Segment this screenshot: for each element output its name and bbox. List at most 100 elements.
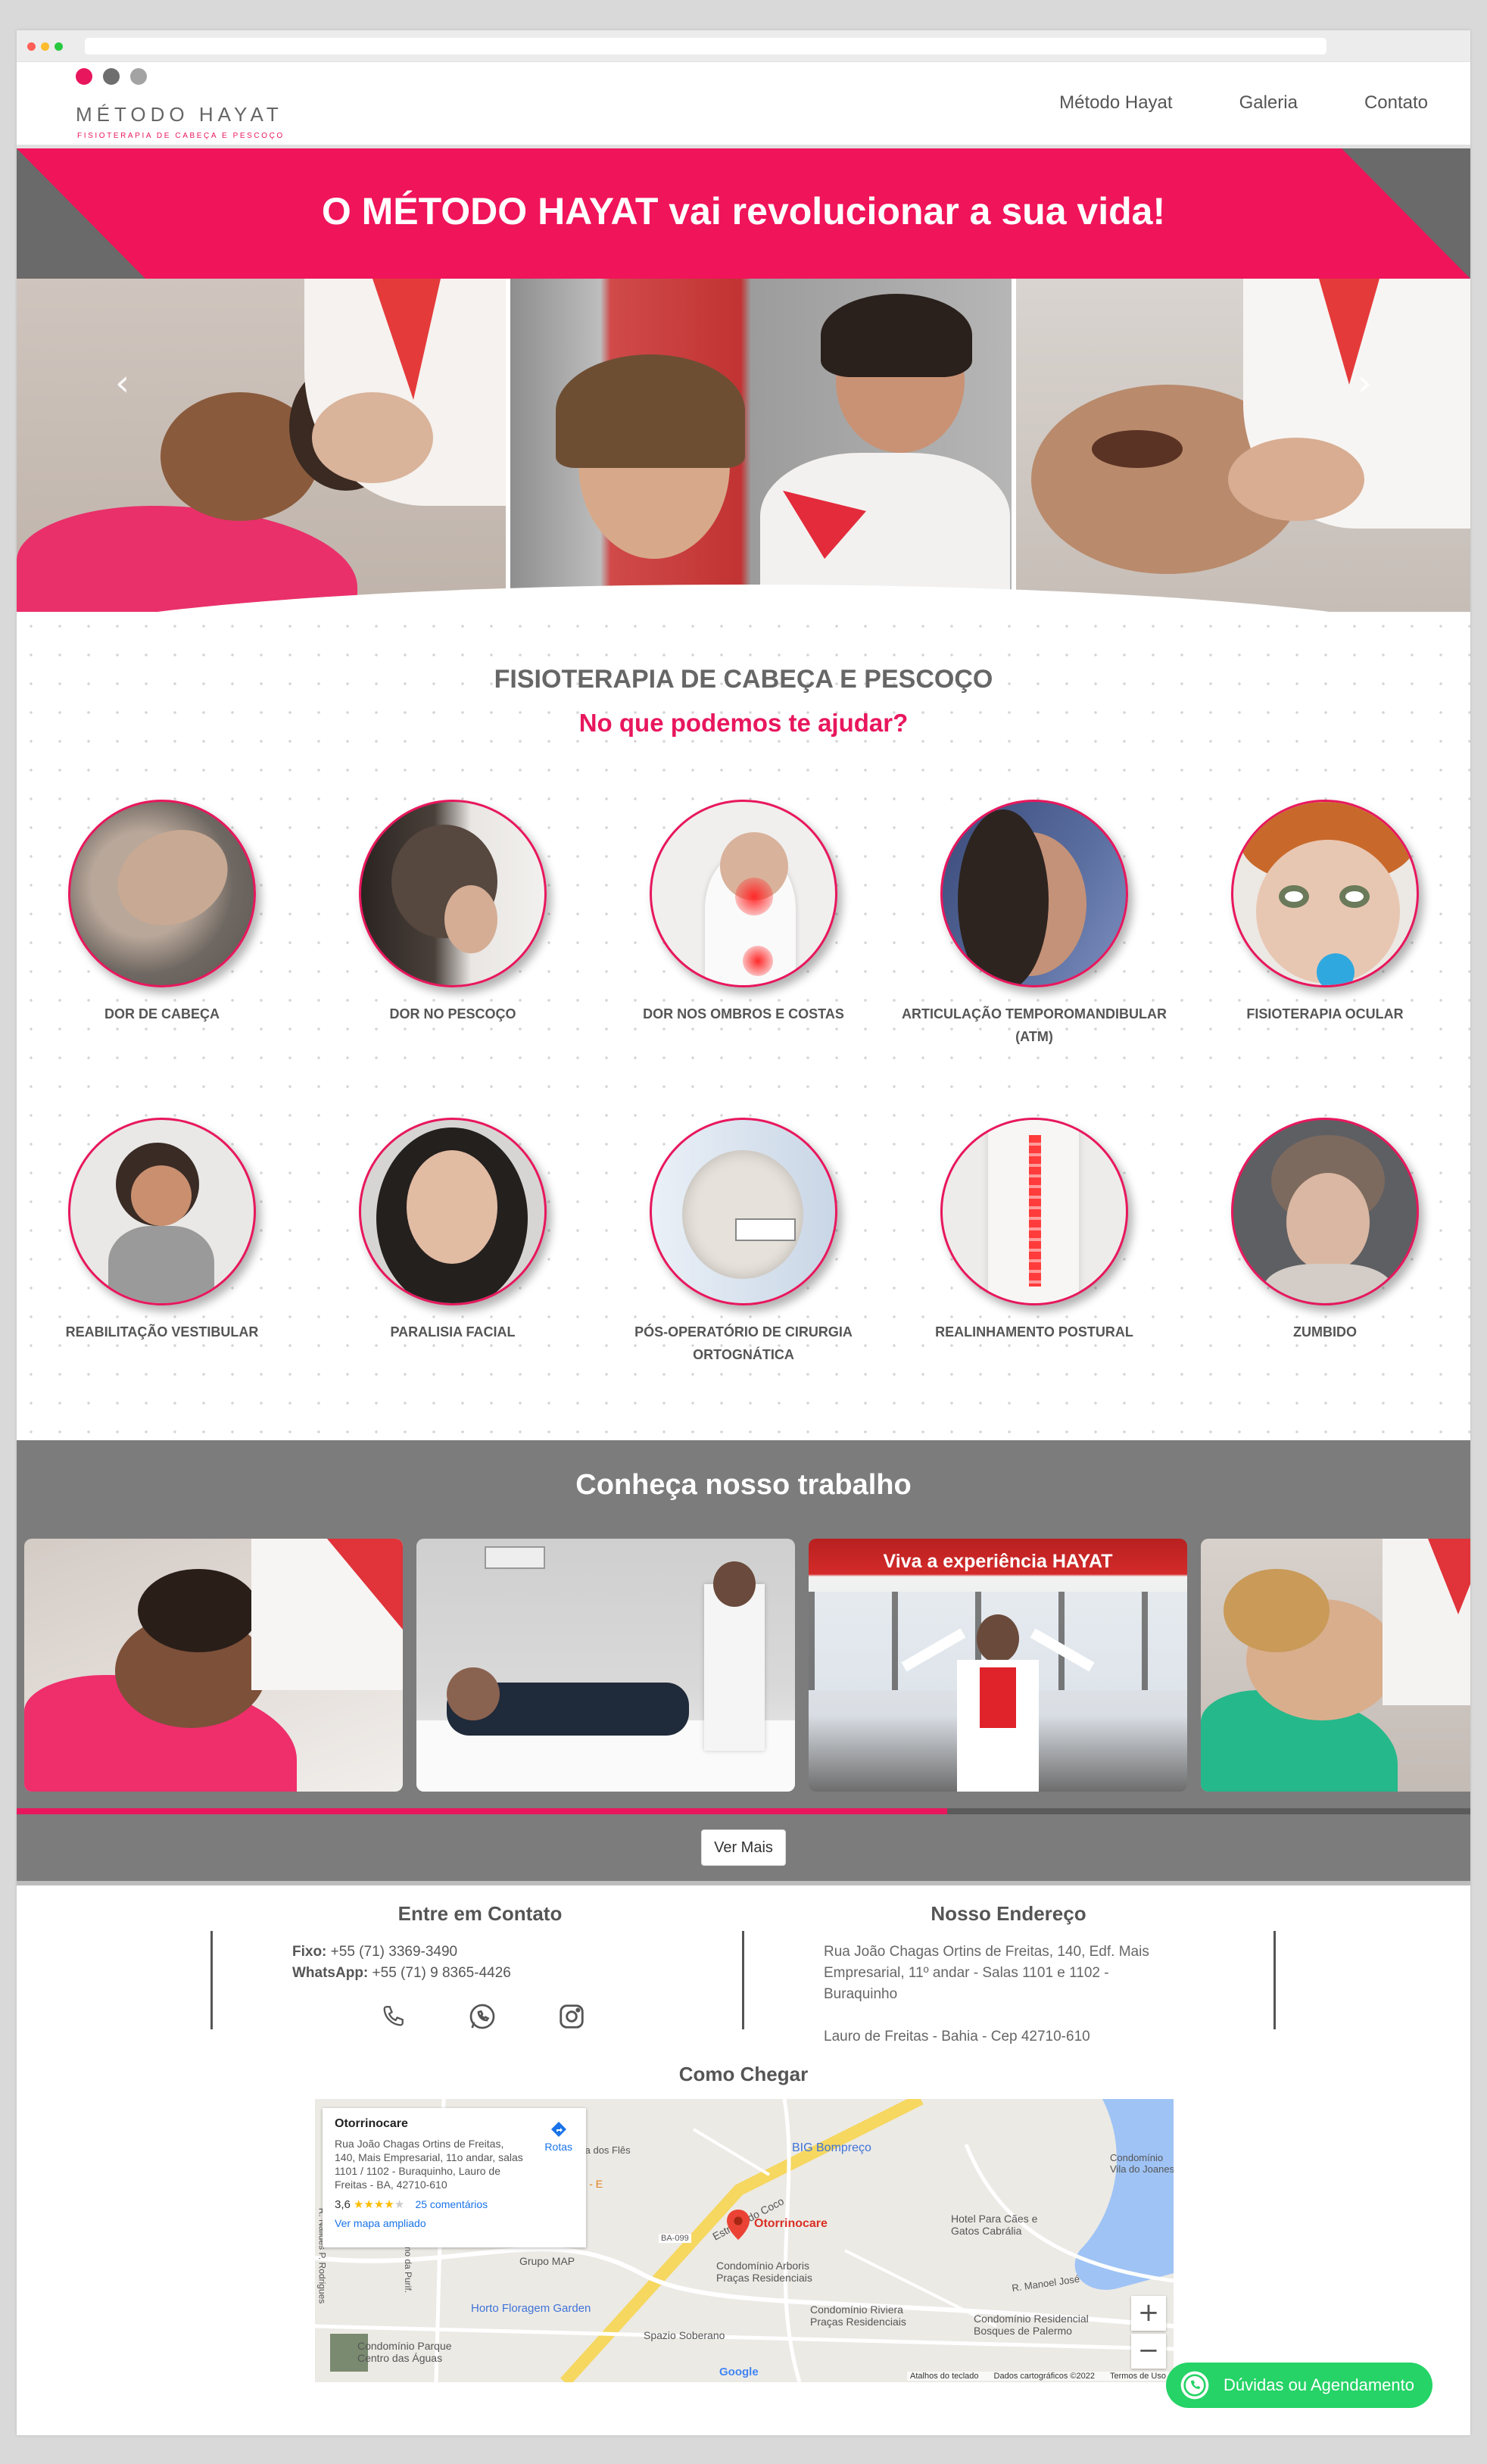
- service-dor-ombros-costas[interactable]: DOR NOS OMBROS E COSTAS: [598, 800, 889, 1025]
- carousel-next-icon[interactable]: ›: [1358, 362, 1372, 404]
- contact-section: Entre em Contato Nosso Endereço Fixo: +5…: [17, 1881, 1470, 2403]
- whatsapp-label: WhatsApp:: [292, 1965, 369, 1981]
- carousel-prev-icon[interactable]: ‹: [115, 362, 129, 404]
- service-image: [940, 800, 1128, 987]
- divider: [1273, 1931, 1276, 2029]
- carousel-photo-1: [17, 279, 506, 612]
- nav-galeria[interactable]: Galeria: [1239, 92, 1298, 114]
- logo-dots: [76, 68, 147, 85]
- browser-chrome: [17, 30, 1470, 62]
- service-dor-de-cabeca[interactable]: DOR DE CABEÇA: [17, 800, 307, 1025]
- service-label: REALINHAMENTO POSTURAL: [935, 1324, 1133, 1340]
- map-pin-icon[interactable]: [727, 2210, 750, 2244]
- close-window-dot[interactable]: [27, 42, 36, 51]
- map-label: Condomínio Vila do Joanes: [1110, 2152, 1174, 2175]
- service-atm[interactable]: ARTICULAÇÃO TEMPOROMANDIBULAR (ATM): [889, 800, 1180, 1048]
- map-place-name: Otorrinocare: [335, 2117, 408, 2130]
- whatsapp-icon: [1180, 2371, 1209, 2400]
- address-title: Nosso Endereço: [931, 1902, 1086, 1925]
- maximize-window-dot[interactable]: [55, 42, 63, 51]
- browser-window: MÉTODO HAYAT FISIOTERAPIA DE CABEÇA E PE…: [17, 30, 1470, 2435]
- map-place-address: Rua João Chagas Ortins de Freitas, 140, …: [335, 2138, 523, 2191]
- map-label: Condomínio Riviera Praças Residenciais: [810, 2303, 906, 2328]
- service-image: [650, 1118, 837, 1305]
- service-paralisia-facial[interactable]: PARALISIA FACIAL: [307, 1118, 598, 1343]
- map-routes-label: Rotas: [544, 2141, 572, 2153]
- hero-banner: O MÉTODO HAYAT vai revolucionar a sua vi…: [17, 148, 1470, 279]
- directions-icon: [550, 2122, 566, 2137]
- star-rating-icon: ★★★★: [354, 2198, 394, 2211]
- map-pin-label: Otorrinocare: [754, 2217, 828, 2230]
- phone-icon[interactable]: [374, 1998, 412, 2035]
- map-data-credit: Dados cartográficos ©2022: [993, 2372, 1096, 2381]
- whatsapp-float-button[interactable]: Dúvidas ou Agendamento: [1166, 2363, 1432, 2408]
- gallery-thumb-1[interactable]: [24, 1539, 403, 1792]
- service-image: [359, 800, 547, 987]
- map-label: Condomínio Arboris Praças Residenciais: [716, 2260, 812, 2284]
- map-shortcuts-link[interactable]: Atalhos do teclado: [910, 2372, 979, 2381]
- google-logo: Google: [719, 2366, 759, 2378]
- map-title: Como Chegar: [678, 2063, 809, 2085]
- whatsapp-icon[interactable]: [463, 1998, 501, 2035]
- service-label: FISIOTERAPIA OCULAR: [1246, 1006, 1404, 1021]
- ver-mais-button[interactable]: Ver Mais: [701, 1829, 786, 1866]
- minimize-window-dot[interactable]: [41, 42, 49, 51]
- service-label: ARTICULAÇÃO TEMPOROMANDIBULAR (ATM): [902, 1006, 1167, 1044]
- service-dor-no-pescoco[interactable]: DOR NO PESCOÇO: [307, 800, 598, 1025]
- address-line: Buraquinho: [824, 1986, 898, 2002]
- nav-contato[interactable]: Contato: [1364, 92, 1428, 114]
- logo-title[interactable]: MÉTODO HAYAT: [76, 103, 283, 126]
- service-image: [940, 1118, 1128, 1305]
- map-rating: 3,6 ★★★★★ 25 comentários: [335, 2198, 488, 2211]
- map-label: Spazio Soberano: [644, 2329, 725, 2341]
- map-routes-button[interactable]: Rotas: [544, 2120, 572, 2153]
- whatsapp-float-label: Dúvidas ou Agendamento: [1224, 2375, 1414, 2394]
- google-map[interactable]: BIG Bompreço Estrada do Coco Grupo MAP C…: [315, 2099, 1174, 2382]
- address-block: Rua João Chagas Ortins de Freitas, 140, …: [824, 1942, 1149, 2048]
- contact-phones: Fixo: +55 (71) 3369-3490 WhatsApp: +55 (…: [292, 1942, 511, 1984]
- map-label: Condomínio Parque Centro das Águas: [357, 2340, 452, 2364]
- carousel-photo-3: [1016, 279, 1470, 612]
- gallery-thumb-2[interactable]: [416, 1539, 795, 1792]
- gallery-progress-bar[interactable]: [17, 1808, 1470, 1814]
- gallery-thumb-3[interactable]: Viva a experiência HAYAT: [809, 1539, 1187, 1792]
- service-pos-operatorio-ortognatica[interactable]: PÓS-OPERATÓRIO DE CIRURGIA ORTOGNÁTICA: [598, 1118, 889, 1366]
- instagram-icon[interactable]: [553, 1998, 591, 2035]
- map-label: Horto Floragem Garden: [471, 2302, 591, 2315]
- service-image: [68, 1118, 256, 1305]
- service-label: PARALISIA FACIAL: [390, 1324, 516, 1340]
- fixo-label: Fixo:: [292, 1944, 327, 1960]
- contact-title: Entre em Contato: [397, 1902, 563, 1925]
- service-label: PÓS-OPERATÓRIO DE CIRURGIA ORTOGNÁTICA: [634, 1324, 853, 1362]
- service-realinhamento-postural[interactable]: REALINHAMENTO POSTURAL: [889, 1118, 1180, 1343]
- fixo-phone[interactable]: +55 (71) 3369-3490: [331, 1944, 457, 1960]
- map-zoom-in-button[interactable]: +: [1131, 2296, 1166, 2331]
- map-label: BIG Bompreço: [792, 2141, 871, 2154]
- address-bar[interactable]: [85, 38, 1326, 55]
- hero-carousel: ‹ ›: [17, 279, 1470, 612]
- map-enlarge-link[interactable]: Ver mapa ampliado: [335, 2217, 574, 2229]
- address-city: Lauro de Freitas - Bahia - Cep 42710-610: [824, 2029, 1090, 2044]
- map-zoom-out-button[interactable]: −: [1131, 2334, 1166, 2369]
- logo-subtitle: FISIOTERAPIA DE CABEÇA E PESCOÇO: [77, 132, 285, 140]
- hero-headline: O MÉTODO HAYAT vai revolucionar a sua vi…: [321, 190, 1166, 232]
- service-image: [1231, 800, 1419, 987]
- service-label: DOR DE CABEÇA: [104, 1006, 220, 1021]
- map-footer: Atalhos do teclado Dados cartográficos ©…: [907, 2372, 1169, 2381]
- divider: [210, 1931, 213, 2029]
- map-terms-link[interactable]: Termos de Uso: [1110, 2372, 1166, 2381]
- map-reviews-link[interactable]: 25 comentários: [415, 2198, 488, 2210]
- service-image: [359, 1118, 547, 1305]
- service-image: [650, 800, 837, 987]
- service-label: REABILITAÇÃO VESTIBULAR: [65, 1324, 259, 1340]
- nav-metodo-hayat[interactable]: Método Hayat: [1059, 92, 1172, 114]
- address-line: Empresarial, 11º andar - Salas 1101 e 11…: [824, 1965, 1109, 1981]
- service-reabilitacao-vestibular[interactable]: REABILITAÇÃO VESTIBULAR: [17, 1118, 307, 1343]
- site-header: MÉTODO HAYAT FISIOTERAPIA DE CABEÇA E PE…: [17, 62, 1470, 148]
- social-icons: [374, 1998, 591, 2035]
- services-subtitle: No que podemos te ajudar?: [578, 709, 909, 737]
- service-zumbido[interactable]: ZUMBIDO: [1180, 1118, 1470, 1343]
- whatsapp-phone[interactable]: +55 (71) 9 8365-4426: [373, 1965, 511, 1981]
- gallery-thumb-4[interactable]: [1201, 1539, 1470, 1792]
- service-fisioterapia-ocular[interactable]: FISIOTERAPIA OCULAR: [1180, 800, 1470, 1025]
